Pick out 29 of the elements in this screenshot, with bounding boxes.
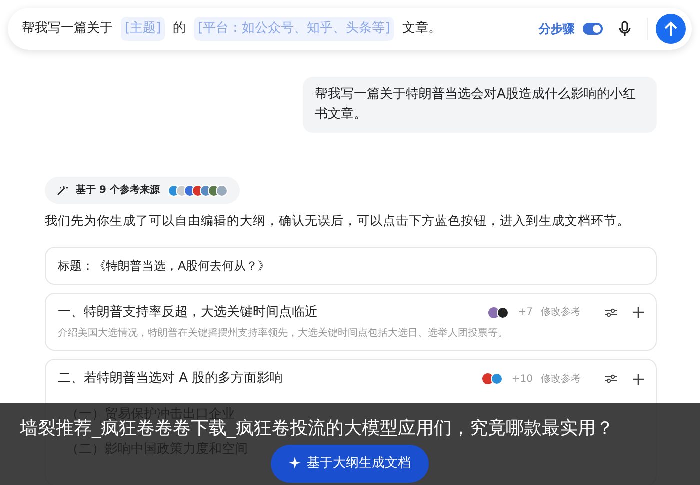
prompt-text: 文章。 bbox=[402, 20, 442, 38]
toggle-label: 分步骤 bbox=[539, 21, 575, 38]
microphone-icon[interactable] bbox=[619, 21, 631, 37]
section-title[interactable]: 二、若特朗普当选对 A 股的多方面影响 bbox=[58, 369, 474, 389]
reference-avatars-drawing bbox=[488, 306, 510, 318]
arrow-up-icon bbox=[664, 21, 678, 37]
sources-chip[interactable]: 基于 9 个参考来源 bbox=[45, 177, 240, 204]
section-description: 介绍美国大选情况，特朗普在关键摇摆州支持率领先，大选关键时间点包括大选日、选举人团投票等。 bbox=[58, 326, 509, 342]
sources-label: 基于 9 个参考来源 bbox=[76, 184, 160, 198]
outline-title[interactable]: 标题：《特朗普当选，A股何去何从？》 bbox=[45, 246, 657, 285]
step-toggle[interactable] bbox=[583, 23, 603, 35]
sparkle-icon bbox=[289, 457, 301, 470]
reference-count: +10 bbox=[512, 372, 533, 386]
add-icon[interactable] bbox=[633, 374, 644, 384]
prompt-text: 的 bbox=[173, 20, 186, 38]
prompt-input[interactable]: 帮我写一篇关于 [主题] 的 [平台：如公众号、知乎、头条等] 文章。 分步骤 bbox=[8, 8, 692, 50]
user-message: 帮我写一篇关于特朗普当选会对A股造成什么影响的小红书文章。 bbox=[303, 77, 657, 133]
reference-count: +7 bbox=[518, 306, 533, 320]
prompt-text: 帮我写一篇关于 bbox=[22, 20, 113, 38]
intro-text: 我们先为你生成了可以自由编辑的大纲，确认无误后，可以点击下方蓝色按钮，进入到生成文档环节。 bbox=[45, 212, 631, 230]
section-title[interactable]: 一、特朗普支持率反超，大选关键时间点临近 bbox=[58, 302, 480, 322]
generate-button[interactable]: 基于大纲生成文档 bbox=[271, 445, 429, 482]
send-button[interactable] bbox=[656, 14, 686, 44]
sliders-icon[interactable] bbox=[605, 374, 617, 384]
add-icon[interactable] bbox=[633, 307, 644, 318]
source-avatars-drawing bbox=[168, 184, 228, 196]
sliders-icon[interactable] bbox=[605, 308, 617, 318]
reference-avatars-drawing bbox=[482, 373, 504, 385]
magic-wand-icon bbox=[57, 185, 68, 196]
